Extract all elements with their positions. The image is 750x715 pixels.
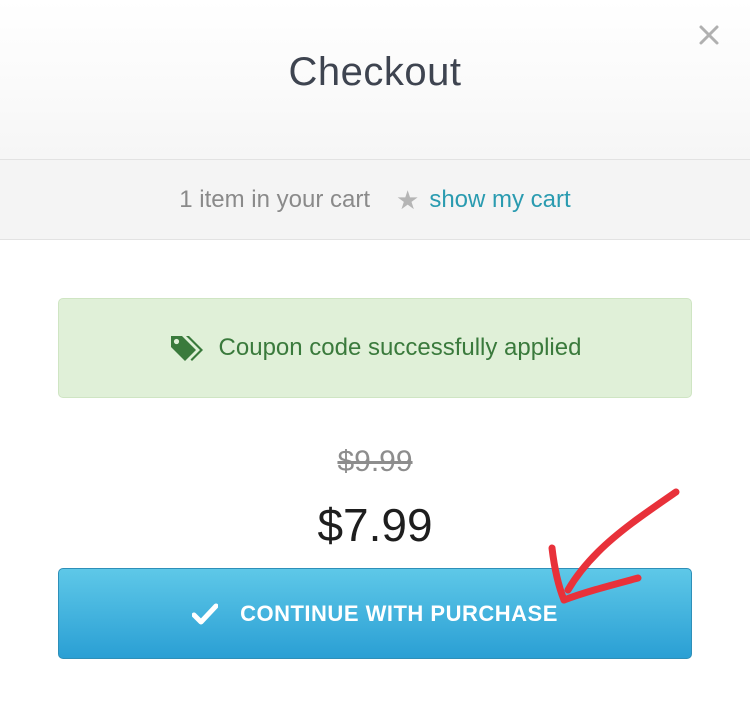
continue-purchase-button[interactable]: CONTINUE WITH PURCHASE: [58, 568, 692, 659]
close-button[interactable]: [694, 20, 724, 50]
coupon-success-alert: Coupon code successfully applied: [58, 298, 692, 398]
check-icon: [192, 603, 219, 625]
tags-icon: [169, 334, 205, 362]
close-icon: [699, 25, 719, 45]
cart-item-count: 1 item in your cart: [179, 185, 371, 213]
cart-summary-bar: 1 item in your cart ★ show my cart: [0, 160, 750, 240]
coupon-message: Coupon code successfully applied: [218, 334, 582, 361]
modal-title: Checkout: [288, 50, 462, 94]
show-cart-link[interactable]: show my cart: [429, 186, 570, 214]
continue-purchase-label: CONTINUE WITH PURCHASE: [240, 600, 558, 626]
discounted-price: $7.99: [317, 499, 433, 551]
modal-header: Checkout: [0, 0, 750, 160]
star-icon: ★: [396, 184, 420, 215]
checkout-modal: Checkout 1 item in your cart ★ show my c…: [0, 0, 750, 715]
original-price: $9.99: [337, 445, 413, 478]
